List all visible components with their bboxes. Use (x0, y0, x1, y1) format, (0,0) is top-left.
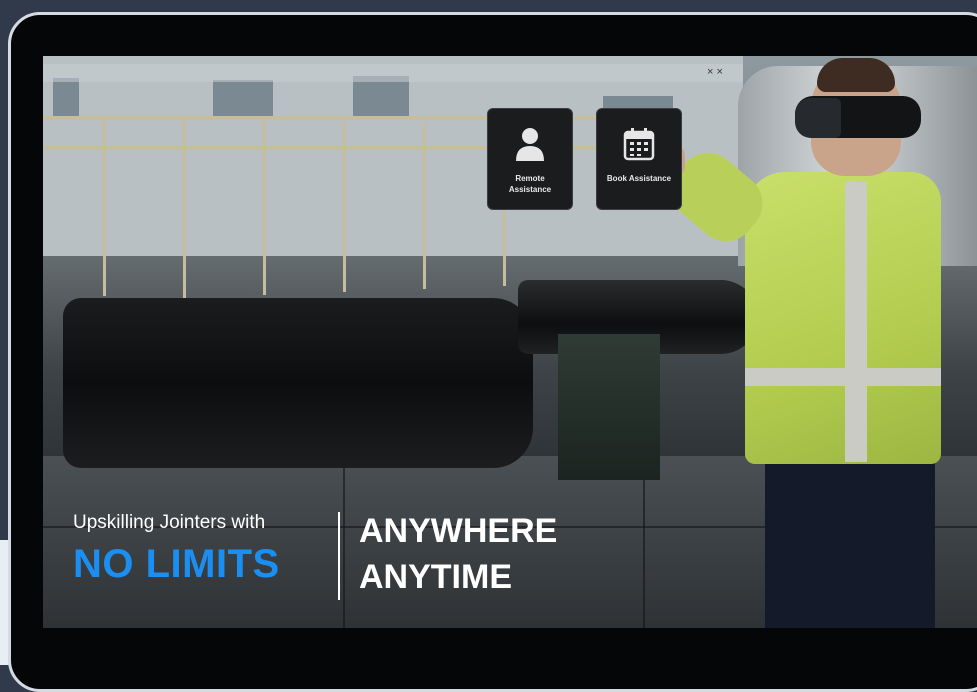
worker-hair (817, 58, 895, 92)
reflective-stripe (745, 368, 941, 386)
cable-stand (558, 334, 660, 480)
remote-assistance-label: Remote Assistance (508, 174, 552, 194)
caption-headline: NO LIMITS (73, 542, 280, 586)
building-window (53, 78, 79, 118)
building-window (353, 76, 409, 118)
caption-anywhere: ANYWHERE (359, 512, 558, 550)
worker-hi-vis-vest (745, 172, 941, 464)
holo-window-bar (43, 64, 743, 82)
railing-post (423, 124, 426, 289)
book-assistance-label: Book Assistance (606, 174, 672, 183)
building-window (213, 80, 273, 118)
cable-joint-large (63, 298, 533, 468)
railing-post (343, 122, 346, 292)
reflective-stripe (845, 182, 867, 462)
railing-post (263, 120, 266, 295)
caption-divider (338, 512, 340, 600)
railing-post (183, 118, 186, 298)
floor-tile-line (643, 456, 645, 628)
remote-assistance-button[interactable]: Remote Assistance (487, 108, 573, 210)
hero-caption: Upskilling Jointers with NO LIMITS ANYWH… (73, 512, 613, 612)
person-icon (516, 128, 544, 161)
calendar-icon (623, 128, 655, 161)
hero-image-screen: × × Remote Assistance Book Assistance Up… (43, 56, 977, 628)
caption-tagline: Upskilling Jointers with (73, 512, 266, 533)
book-assistance-button[interactable]: Book Assistance (596, 108, 682, 210)
headset-visor (795, 98, 841, 138)
holo-window-controls[interactable]: × × (707, 66, 723, 78)
railing-post (103, 116, 106, 296)
worker-trousers (765, 450, 935, 628)
caption-anytime: ANYTIME (359, 558, 512, 596)
